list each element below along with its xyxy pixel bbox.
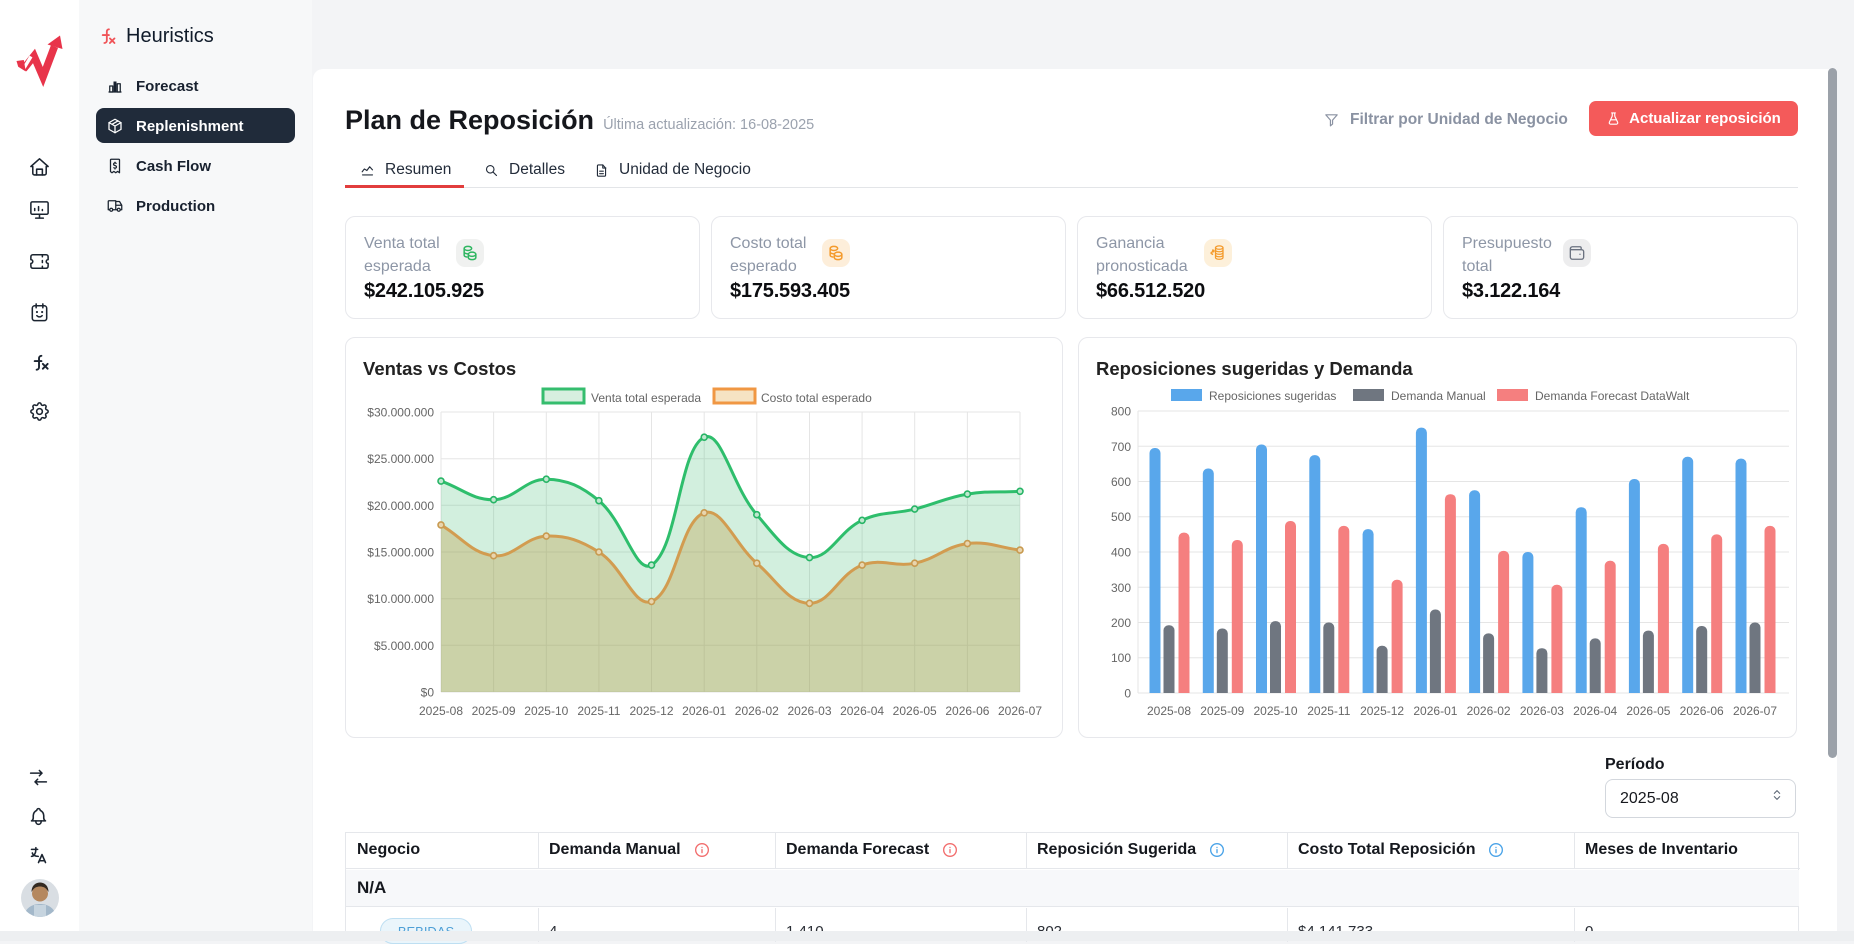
- svg-text:2026-04: 2026-04: [1573, 704, 1617, 718]
- svg-text:Demanda Manual: Demanda Manual: [1391, 389, 1486, 403]
- svg-text:500: 500: [1111, 510, 1131, 524]
- svg-text:2026-05: 2026-05: [893, 704, 937, 718]
- svg-text:2025-11: 2025-11: [577, 704, 620, 718]
- svg-text:$0: $0: [421, 686, 435, 700]
- svg-text:Ventas vs Costos: Ventas vs Costos: [363, 358, 516, 379]
- svg-text:2026-03: 2026-03: [787, 704, 831, 718]
- svg-text:300: 300: [1111, 581, 1131, 595]
- svg-text:200: 200: [1111, 616, 1131, 630]
- svg-text:2026-01: 2026-01: [682, 704, 726, 718]
- svg-text:600: 600: [1111, 475, 1131, 489]
- svg-text:2025-12: 2025-12: [629, 704, 673, 718]
- svg-text:2025-12: 2025-12: [1360, 704, 1404, 718]
- svg-text:2026-01: 2026-01: [1413, 704, 1457, 718]
- svg-text:2026-05: 2026-05: [1626, 704, 1670, 718]
- svg-text:$20.000.000: $20.000.000: [367, 499, 434, 513]
- svg-text:$25.000.000: $25.000.000: [367, 452, 434, 466]
- svg-text:400: 400: [1111, 546, 1131, 560]
- svg-text:2025-10: 2025-10: [524, 704, 568, 718]
- svg-text:$30.000.000: $30.000.000: [367, 406, 434, 420]
- svg-text:Reposiciones sugeridas y Deman: Reposiciones sugeridas y Demanda: [1096, 358, 1413, 379]
- svg-text:Demanda Forecast DataWalt: Demanda Forecast DataWalt: [1535, 389, 1690, 403]
- svg-text:2026-06: 2026-06: [945, 704, 989, 718]
- svg-text:2025-11: 2025-11: [1307, 704, 1350, 718]
- svg-text:Reposiciones sugeridas: Reposiciones sugeridas: [1209, 389, 1336, 403]
- svg-text:$5.000.000: $5.000.000: [374, 639, 434, 653]
- svg-text:2025-09: 2025-09: [1200, 704, 1244, 718]
- svg-text:100: 100: [1111, 651, 1131, 665]
- svg-text:700: 700: [1111, 440, 1131, 454]
- svg-text:2025-08: 2025-08: [1147, 704, 1191, 718]
- svg-text:2026-06: 2026-06: [1680, 704, 1724, 718]
- svg-text:800: 800: [1111, 405, 1131, 419]
- svg-text:2025-08: 2025-08: [419, 704, 463, 718]
- svg-text:2026-04: 2026-04: [840, 704, 884, 718]
- svg-text:Venta total esperada: Venta total esperada: [591, 391, 701, 405]
- svg-text:2026-02: 2026-02: [1467, 704, 1511, 718]
- svg-text:2026-07: 2026-07: [1733, 704, 1777, 718]
- svg-text:2025-09: 2025-09: [472, 704, 516, 718]
- svg-text:2026-07: 2026-07: [998, 704, 1042, 718]
- svg-text:2026-03: 2026-03: [1520, 704, 1564, 718]
- svg-text:Costo total esperado: Costo total esperado: [761, 391, 872, 405]
- svg-text:$15.000.000: $15.000.000: [367, 546, 434, 560]
- svg-text:2026-02: 2026-02: [735, 704, 779, 718]
- svg-text:0: 0: [1124, 687, 1131, 701]
- svg-text:$10.000.000: $10.000.000: [367, 592, 434, 606]
- svg-text:2025-10: 2025-10: [1253, 704, 1297, 718]
